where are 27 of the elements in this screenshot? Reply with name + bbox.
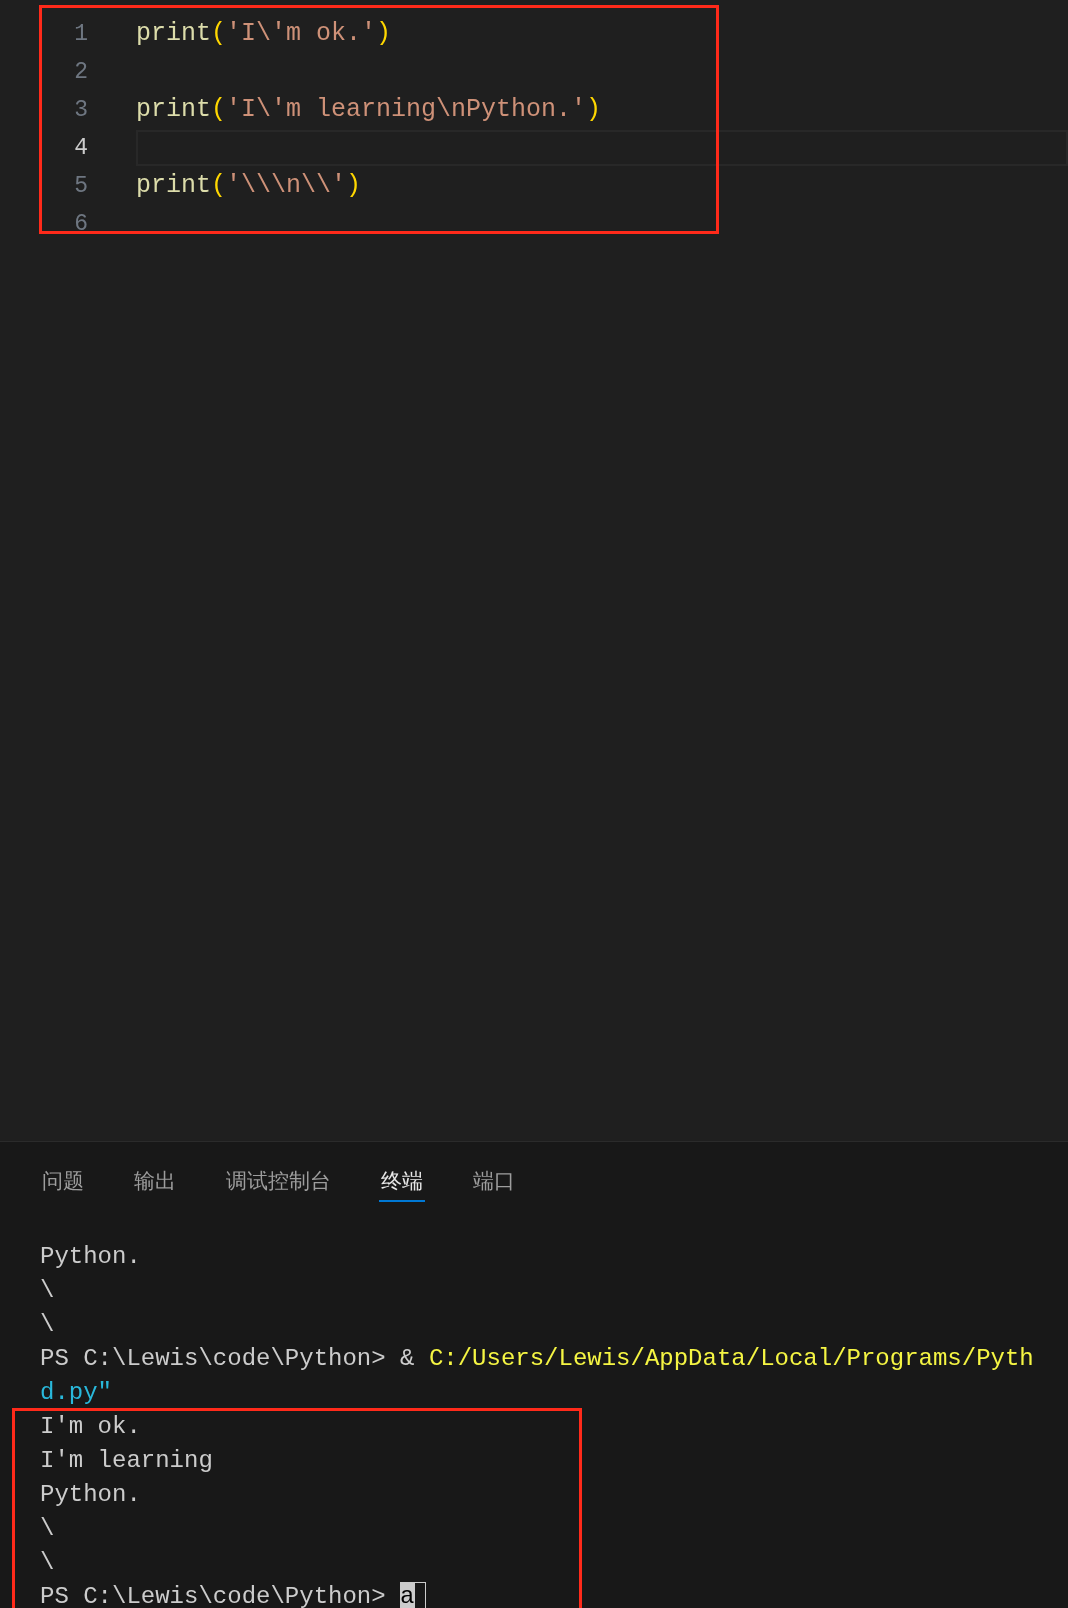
line-number: 2 <box>73 57 88 87</box>
code-line: print('I\'m ok.') <box>136 18 392 51</box>
terminal-text: I'm ok. <box>40 1412 141 1442</box>
terminal-text: \ <box>40 1548 55 1578</box>
terminal-text: PS C:\Lewis\code\Python> <box>40 1582 387 1608</box>
line-number: 3 <box>73 95 88 125</box>
panel-tab[interactable]: 端口 <box>471 1162 517 1202</box>
terminal-text: d.py" <box>40 1378 112 1408</box>
panel-tab[interactable]: 调试控制台 <box>224 1162 333 1202</box>
panel-tab[interactable]: 输出 <box>132 1162 178 1202</box>
terminal-text: \ <box>40 1310 55 1340</box>
line-number: 5 <box>73 171 88 201</box>
line-number: 1 <box>73 19 88 49</box>
terminal-text: I'm learning <box>40 1446 213 1476</box>
terminal-text: C:/Users/Lewis/AppData/Local/Programs/Pyth <box>428 1344 1034 1374</box>
terminal-text: PS C:\Lewis\code\Python> & <box>40 1344 416 1374</box>
code-line: print('\\\n\\') <box>136 170 362 203</box>
panel-tab[interactable]: 问题 <box>40 1162 86 1202</box>
terminal-text: \ <box>40 1514 55 1544</box>
terminal-text: Python. <box>40 1242 141 1272</box>
line-number: 6 <box>73 209 88 239</box>
code-line: print('I\'m learning\nPython.') <box>136 94 602 127</box>
terminal-text: Python. <box>40 1480 141 1510</box>
panel-tab[interactable]: 终端 <box>379 1162 425 1202</box>
terminal-text: \ <box>40 1276 55 1306</box>
cursor-icon <box>414 1582 427 1608</box>
line-number: 4 <box>73 133 88 163</box>
